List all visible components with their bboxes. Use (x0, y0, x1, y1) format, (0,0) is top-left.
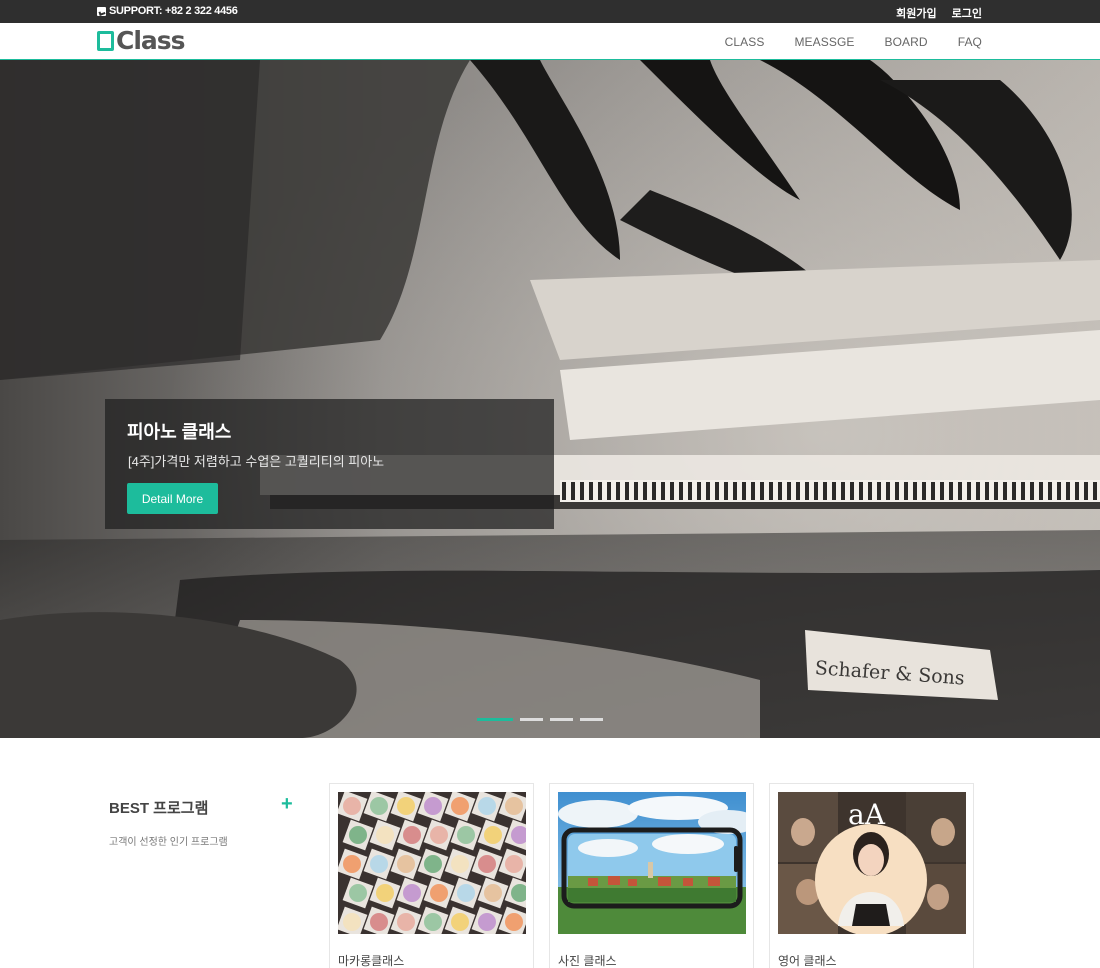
support-contact: SUPPORT: +82 2 322 4456 (97, 5, 238, 17)
phone-icon (97, 6, 106, 16)
login-link[interactable]: 로그인 (952, 5, 982, 21)
main-nav: CLASS MEASSGE BOARD FAQ (725, 35, 982, 49)
slider-dot-3[interactable] (550, 718, 573, 721)
slider-dot-2[interactable] (520, 718, 543, 721)
best-section-subtitle: 고객이 선정한 인기 프로그램 (109, 837, 228, 848)
slider-dot-4[interactable] (580, 718, 603, 721)
account-links: 회원가입 로그인 (896, 5, 982, 21)
english-badge-text: aA (848, 798, 886, 831)
signup-link[interactable]: 회원가입 (896, 5, 936, 21)
macaron-thumbnail (338, 792, 526, 934)
detail-more-button[interactable]: Detail More (127, 483, 218, 514)
program-card-photo[interactable]: 사진 클래스 (549, 783, 754, 968)
program-card-macaron[interactable]: 마카롱클래스 (329, 783, 534, 968)
slider-pagination (477, 718, 603, 721)
nav-item-faq[interactable]: FAQ (958, 35, 982, 49)
nav-item-board[interactable]: BOARD (885, 35, 928, 49)
logo-mark-icon (97, 31, 114, 51)
hero-slider[interactable]: Schafer & Sons 피아노 클래스 [4주]가격만 저렴하고 수업은 … (0, 60, 1100, 738)
program-card-label: 사진 클래스 (558, 954, 617, 968)
english-thumbnail: aA (778, 792, 966, 934)
photo-image (558, 792, 746, 934)
program-card-english[interactable]: aA 영어 클래스 (769, 783, 974, 968)
slider-dot-1[interactable] (477, 718, 513, 721)
macaron-image (338, 792, 526, 934)
program-card-label: 마카롱클래스 (338, 954, 405, 968)
top-bar: SUPPORT: +82 2 322 4456 회원가입 로그인 (0, 0, 1100, 23)
best-section-title: BEST 프로그램 (109, 800, 209, 817)
english-image: aA (778, 792, 966, 934)
support-text: SUPPORT: +82 2 322 4456 (109, 5, 238, 17)
hero-caption: 피아노 클래스 [4주]가격만 저렴하고 수업은 고퀄리티의 피아노 Detai… (105, 399, 554, 529)
photo-thumbnail (558, 792, 746, 934)
hero-title: 피아노 클래스 (127, 422, 232, 442)
logo[interactable]: Class (97, 26, 186, 55)
more-plus-icon[interactable]: + (281, 794, 293, 814)
program-card-label: 영어 클래스 (778, 954, 837, 968)
logo-text: Class (116, 26, 186, 55)
nav-item-message[interactable]: MEASSGE (794, 35, 854, 49)
nav-item-class[interactable]: CLASS (725, 35, 765, 49)
main-header: Class CLASS MEASSGE BOARD FAQ (0, 23, 1100, 60)
hero-subtitle: [4주]가격만 저렴하고 수업은 고퀄리티의 피아노 (128, 454, 385, 469)
